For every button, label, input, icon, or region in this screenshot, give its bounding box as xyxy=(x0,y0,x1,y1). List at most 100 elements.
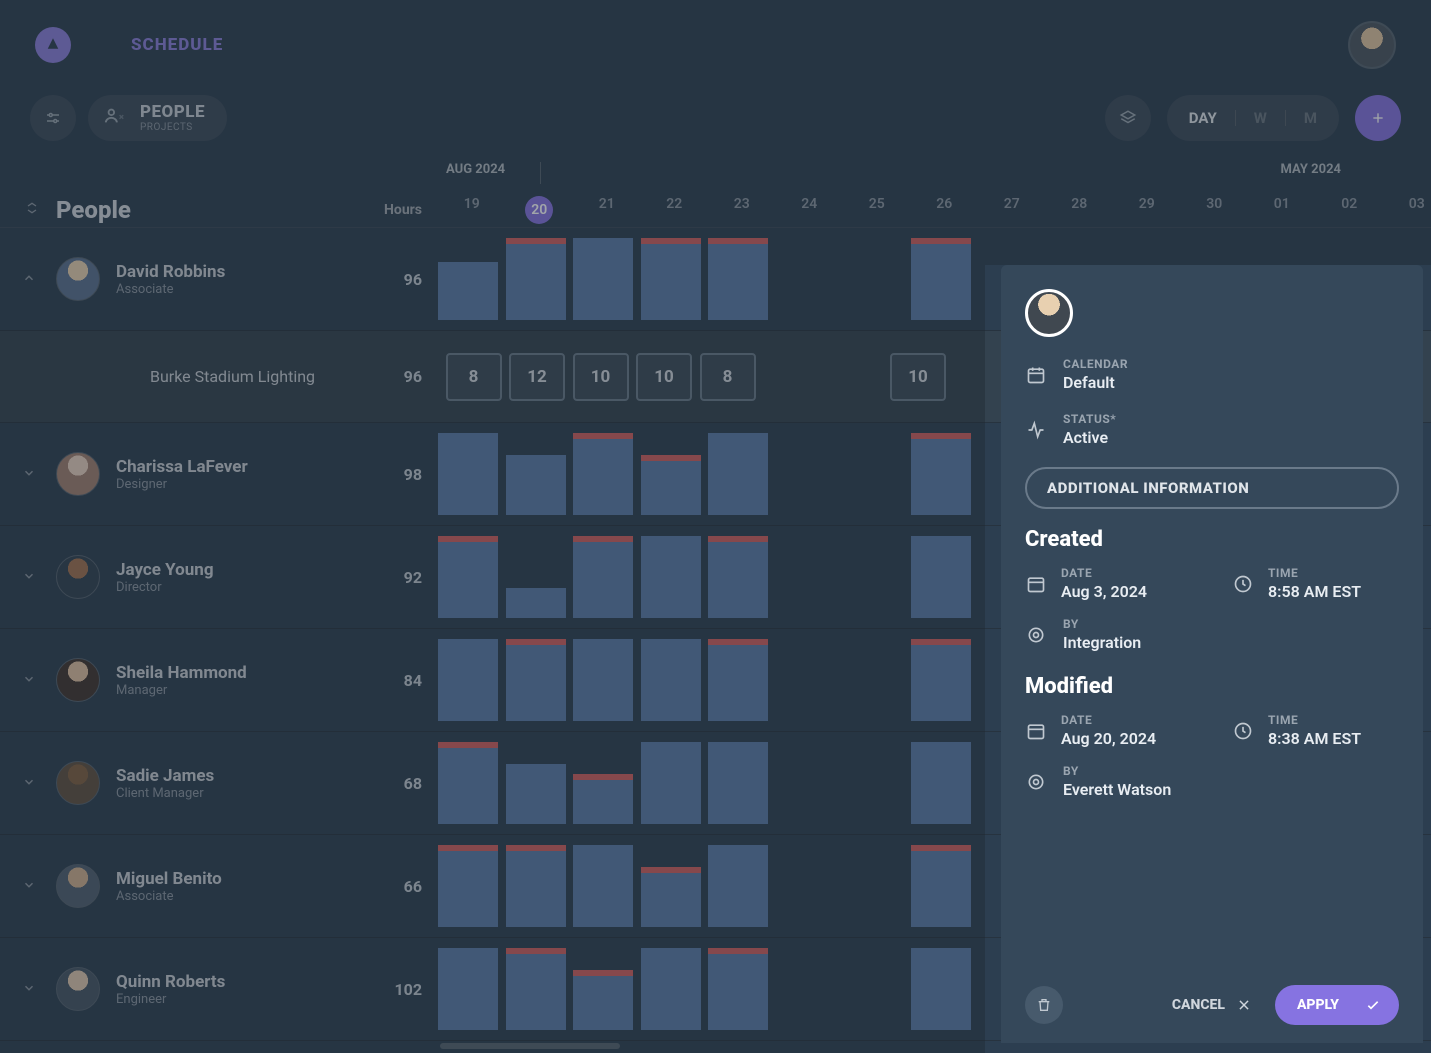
person-sidebar[interactable]: Jayce YoungDirector92 xyxy=(0,526,438,628)
schedule-cell[interactable] xyxy=(573,742,633,824)
schedule-cell[interactable] xyxy=(641,536,701,618)
project-hours-cell[interactable]: 8 xyxy=(700,353,756,401)
layers-icon[interactable] xyxy=(1105,95,1151,141)
status-field-value[interactable]: Active xyxy=(1063,428,1116,447)
day-header-cell[interactable]: 02 xyxy=(1316,196,1384,224)
schedule-cell[interactable] xyxy=(573,948,633,1030)
collapse-all-icon[interactable] xyxy=(24,200,40,220)
horizontal-scrollbar[interactable] xyxy=(440,1043,620,1049)
schedule-cell[interactable] xyxy=(708,238,768,320)
schedule-cell[interactable] xyxy=(506,238,566,320)
schedule-cell[interactable] xyxy=(573,536,633,618)
schedule-cell[interactable] xyxy=(911,742,971,824)
schedule-cell[interactable] xyxy=(506,536,566,618)
chevron-down-icon[interactable] xyxy=(22,980,44,999)
schedule-cell[interactable] xyxy=(911,948,971,1030)
schedule-cell[interactable] xyxy=(708,639,768,721)
view-range-toggle[interactable]: DAY W M xyxy=(1167,95,1339,141)
chevron-down-icon[interactable] xyxy=(22,877,44,896)
person-avatar[interactable] xyxy=(56,864,100,908)
panel-avatar[interactable] xyxy=(1025,289,1073,337)
app-logo[interactable] xyxy=(35,27,71,63)
day-header-cell[interactable]: 28 xyxy=(1046,196,1114,224)
schedule-cell[interactable] xyxy=(911,845,971,927)
schedule-cell[interactable] xyxy=(573,639,633,721)
schedule-cell[interactable] xyxy=(506,433,566,515)
schedule-cell[interactable] xyxy=(438,639,498,721)
person-sidebar[interactable]: Sheila HammondManager84 xyxy=(0,629,438,731)
chevron-down-icon[interactable] xyxy=(22,465,44,484)
schedule-cell[interactable] xyxy=(641,639,701,721)
delete-button[interactable] xyxy=(1025,986,1063,1024)
project-hours-cell[interactable]: 10 xyxy=(636,353,692,401)
day-header-cell[interactable]: 03 xyxy=(1383,196,1431,224)
people-projects-toggle[interactable]: PEOPLE PROJECTS xyxy=(88,95,227,141)
schedule-cell[interactable] xyxy=(506,845,566,927)
day-header-cell[interactable]: 22 xyxy=(641,196,709,224)
schedule-cell[interactable] xyxy=(438,845,498,927)
schedule-cell[interactable] xyxy=(506,639,566,721)
person-sidebar[interactable]: Sadie JamesClient Manager68 xyxy=(0,732,438,834)
schedule-cell[interactable] xyxy=(708,845,768,927)
filter-icon[interactable] xyxy=(30,95,76,141)
day-header-cell[interactable]: 29 xyxy=(1113,196,1181,224)
schedule-cell[interactable] xyxy=(911,433,971,515)
schedule-cell[interactable] xyxy=(506,742,566,824)
person-sidebar[interactable]: David RobbinsAssociate96 xyxy=(0,228,438,330)
chevron-down-icon[interactable] xyxy=(22,568,44,587)
person-sidebar[interactable]: Charissa LaFeverDesigner98 xyxy=(0,423,438,525)
person-avatar[interactable] xyxy=(56,658,100,702)
schedule-cell[interactable] xyxy=(708,742,768,824)
project-hours-cell[interactable]: 10 xyxy=(573,353,629,401)
calendar-field-value[interactable]: Default xyxy=(1063,373,1128,392)
day-header-cell[interactable]: 19 xyxy=(438,196,506,224)
chevron-up-icon[interactable] xyxy=(22,270,44,289)
schedule-cell[interactable] xyxy=(911,238,971,320)
schedule-cell[interactable] xyxy=(438,433,498,515)
cancel-button[interactable]: CANCEL xyxy=(1158,987,1265,1023)
project-hours-cell[interactable]: 8 xyxy=(446,353,502,401)
project-name[interactable]: Burke Stadium Lighting xyxy=(150,367,315,386)
schedule-cell[interactable] xyxy=(911,639,971,721)
schedule-cell[interactable] xyxy=(506,948,566,1030)
schedule-cell[interactable] xyxy=(438,948,498,1030)
person-sidebar[interactable]: Quinn RobertsEngineer102 xyxy=(0,938,438,1040)
day-header-cell[interactable]: 01 xyxy=(1248,196,1316,224)
schedule-cell[interactable] xyxy=(438,238,498,320)
chevron-down-icon[interactable] xyxy=(22,774,44,793)
view-day-tab[interactable]: DAY xyxy=(1189,109,1217,127)
schedule-cell[interactable] xyxy=(438,742,498,824)
schedule-cell[interactable] xyxy=(911,536,971,618)
additional-info-button[interactable]: ADDITIONAL INFORMATION xyxy=(1025,467,1399,509)
person-avatar[interactable] xyxy=(56,761,100,805)
apply-button[interactable]: APPLY xyxy=(1275,985,1399,1025)
person-avatar[interactable] xyxy=(56,555,100,599)
schedule-cell[interactable] xyxy=(708,433,768,515)
schedule-cell[interactable] xyxy=(708,948,768,1030)
schedule-cell[interactable] xyxy=(573,238,633,320)
person-sidebar[interactable]: Miguel BenitoAssociate66 xyxy=(0,835,438,937)
person-avatar[interactable] xyxy=(56,257,100,301)
project-hours-cell[interactable]: 10 xyxy=(890,353,946,401)
day-header-cell[interactable]: 26 xyxy=(911,196,979,224)
view-month-tab[interactable]: M xyxy=(1304,109,1317,127)
day-header-cell[interactable]: 25 xyxy=(843,196,911,224)
day-header-cell[interactable]: 23 xyxy=(708,196,776,224)
schedule-cell[interactable] xyxy=(573,845,633,927)
day-header-cell[interactable]: 27 xyxy=(978,196,1046,224)
chevron-down-icon[interactable] xyxy=(22,671,44,690)
user-avatar[interactable] xyxy=(1348,21,1396,69)
day-header-cell[interactable]: 24 xyxy=(776,196,844,224)
schedule-cell[interactable] xyxy=(573,433,633,515)
day-header-cell[interactable]: 30 xyxy=(1181,196,1249,224)
person-avatar[interactable] xyxy=(56,967,100,1011)
add-button[interactable] xyxy=(1355,95,1401,141)
view-week-tab[interactable]: W xyxy=(1254,109,1267,127)
day-header-cell[interactable]: 20 xyxy=(506,196,574,224)
schedule-cell[interactable] xyxy=(641,433,701,515)
schedule-cell[interactable] xyxy=(641,845,701,927)
schedule-cell[interactable] xyxy=(438,536,498,618)
schedule-cell[interactable] xyxy=(641,238,701,320)
project-hours-cell[interactable]: 12 xyxy=(509,353,565,401)
person-avatar[interactable] xyxy=(56,452,100,496)
